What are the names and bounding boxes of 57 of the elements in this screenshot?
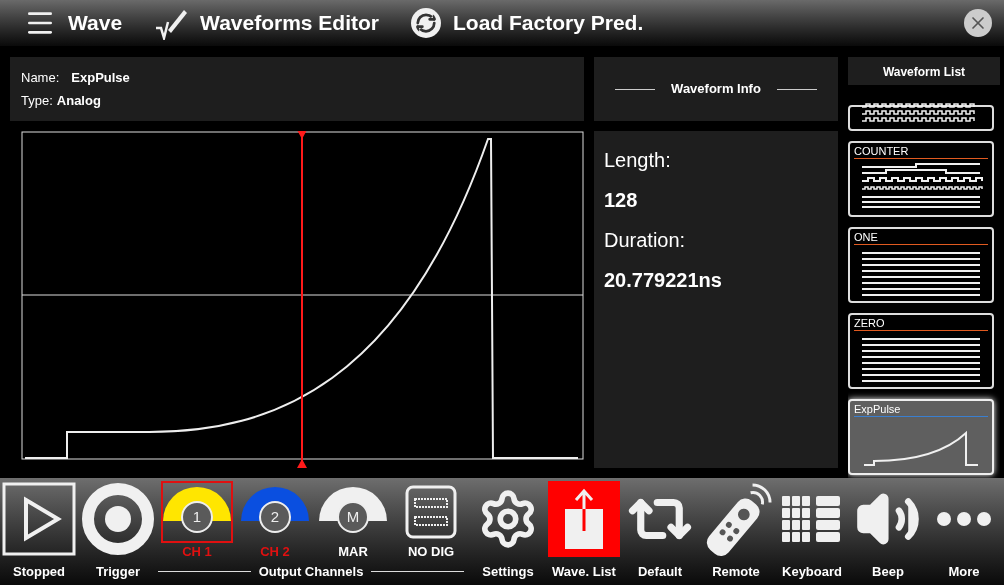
toolbar-label: Beep (872, 562, 904, 581)
toolbar-button[interactable]: Remote (698, 481, 774, 581)
toolbar-button[interactable]: Keyboard (774, 481, 850, 581)
channel-button[interactable]: 2 CH 2 (236, 481, 314, 561)
load-factory-button[interactable]: Load Factory Pred. (453, 7, 644, 39)
channel-badge: 1 (181, 501, 213, 533)
waveform-list-item[interactable]: ZERO (848, 313, 994, 389)
waveform-name: COUNTER (854, 144, 910, 158)
toolbar-button[interactable]: Default (622, 481, 698, 581)
toolbar-button[interactable]: More (926, 481, 1002, 581)
toolbar-label: More (948, 562, 980, 581)
channel-label: CH 2 (260, 543, 290, 561)
info-title: Waveform Info (671, 80, 761, 99)
toolbar-label: Settings (482, 562, 534, 581)
duration-value: 20.779221ns (604, 268, 723, 293)
length-label: Length: (604, 148, 672, 173)
waveform-list-item[interactable]: ONE (848, 227, 994, 303)
list-title: Waveform List (882, 64, 966, 81)
chip-icon (405, 485, 457, 539)
channel-label: CH 1 (182, 543, 212, 561)
channel-label: NO DIG (407, 543, 455, 561)
play-icon (2, 482, 76, 556)
waveform-name: ZERO (854, 316, 886, 330)
channel-badge: M (337, 501, 369, 533)
toolbar-label: Keyboard (782, 562, 842, 581)
channel-button[interactable]: M MAR (314, 481, 392, 561)
channel-label: MAR (338, 543, 368, 561)
toolbar-button[interactable]: Beep (850, 481, 926, 581)
toolbar-label: Default (637, 562, 683, 581)
toolbar-button[interactable]: Stopped (0, 481, 78, 581)
close-icon[interactable] (964, 9, 992, 37)
toolbar-label: Trigger (95, 562, 141, 581)
editor-tab[interactable]: Waveforms Editor (200, 7, 379, 39)
channel-button[interactable]: NO DIG (392, 481, 470, 561)
waveform-name: ExpPulse (854, 402, 902, 416)
channel-badge: 2 (259, 501, 291, 533)
toolbar-label: Remote (712, 562, 760, 581)
waveform-list-item[interactable] (848, 105, 994, 131)
menu-title[interactable]: Wave (68, 7, 123, 39)
toolbar-label: Stopped (13, 562, 65, 581)
toolbar-label: Wave. List (552, 562, 616, 581)
waveform-list-item[interactable]: ExpPulse (848, 399, 994, 475)
ring-icon (81, 482, 155, 556)
waveform-list-item[interactable]: COUNTER (848, 141, 994, 217)
refresh-icon (411, 8, 441, 38)
waveform-name: ONE (854, 230, 879, 244)
duration-label: Duration: (604, 228, 687, 253)
name-value: ExpPulse (71, 69, 130, 87)
name-label: Name: (21, 69, 60, 87)
more-icon (937, 512, 991, 526)
group-label: Output Channels (258, 562, 364, 581)
toolbar-button[interactable]: Settings (470, 481, 546, 581)
toolbar-button[interactable]: Trigger (78, 481, 158, 581)
length-value: 128 (604, 188, 639, 213)
keypad-icon (782, 494, 842, 544)
type-value: Analog (56, 91, 101, 110)
type-label: Type: (21, 91, 53, 110)
